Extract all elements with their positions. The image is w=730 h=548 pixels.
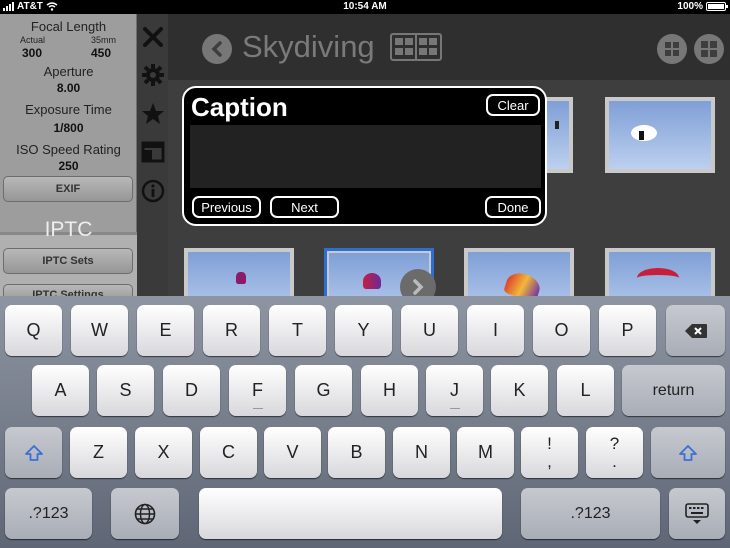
key-u[interactable]: U <box>401 305 458 356</box>
key-n[interactable]: N <box>393 427 450 478</box>
status-bar: AT&T 10:54 AM 100% <box>0 0 730 14</box>
key-k[interactable]: K <box>491 365 548 416</box>
info-icon[interactable] <box>140 178 166 204</box>
caption-popup: Caption Clear Previous Next Done <box>182 86 547 226</box>
exposure-label: Exposure Time <box>25 102 112 117</box>
photo-image <box>609 101 711 169</box>
chevron-left-icon <box>211 41 222 57</box>
next-button[interactable]: Next <box>270 196 339 218</box>
back-button[interactable] <box>202 34 232 64</box>
key-h[interactable]: H <box>361 365 418 416</box>
key-m[interactable]: M <box>457 427 514 478</box>
chevron-right-icon <box>413 279 424 295</box>
caption-title: Caption <box>191 92 288 122</box>
key-a[interactable]: A <box>32 365 89 416</box>
gear-icon[interactable] <box>140 62 166 88</box>
key-lower-label: . <box>612 451 617 471</box>
shift-key-right[interactable] <box>651 427 725 478</box>
space-key[interactable] <box>199 488 502 539</box>
key-v[interactable]: V <box>264 427 321 478</box>
clear-button[interactable]: Clear <box>486 94 540 116</box>
home-row-marker <box>252 408 263 409</box>
shift-icon <box>679 444 697 461</box>
globe-icon <box>134 503 156 524</box>
clock: 10:54 AM <box>343 1 387 12</box>
return-key[interactable]: return <box>622 365 725 416</box>
grid-large-button[interactable] <box>694 34 724 64</box>
mm35-value: 450 <box>91 46 112 60</box>
focal-length-label: Focal Length <box>30 19 107 34</box>
key-upper-label: ! <box>547 433 552 453</box>
key-exclamation-comma[interactable]: !, <box>521 427 578 478</box>
key-q[interactable]: Q <box>5 305 62 356</box>
key-s[interactable]: S <box>97 365 154 416</box>
grid-small-button[interactable] <box>657 34 687 64</box>
key-f-label: F <box>252 380 263 400</box>
done-button[interactable]: Done <box>485 196 541 218</box>
tool-strip <box>137 14 168 304</box>
iso-value: 250 <box>58 159 79 173</box>
star-icon[interactable] <box>140 101 166 127</box>
battery-icon <box>706 2 728 11</box>
numbers-key-right[interactable]: .?123 <box>521 488 660 539</box>
key-e[interactable]: E <box>137 305 194 356</box>
shift-icon <box>24 444 43 461</box>
album-title: Skydiving <box>242 29 375 64</box>
key-i[interactable]: I <box>467 305 524 356</box>
key-r[interactable]: R <box>203 305 260 356</box>
key-j[interactable]: J <box>426 365 483 416</box>
previous-button[interactable]: Previous <box>192 196 261 218</box>
key-lower-label: , <box>547 451 552 471</box>
iso-label: ISO Speed Rating <box>16 142 121 157</box>
iptc-sets-button[interactable]: IPTC Sets <box>3 248 133 274</box>
key-b[interactable]: B <box>328 427 385 478</box>
photo-thumbnail[interactable] <box>605 97 715 173</box>
key-x[interactable]: X <box>135 427 192 478</box>
key-j-label: J <box>450 380 459 400</box>
onscreen-keyboard: Q W E R T Y U I O P A S D F G H J K L re… <box>0 296 730 548</box>
metadata-panel: Focal Length Actual 35mm 300 450 Apertur… <box>0 14 137 312</box>
key-g[interactable]: G <box>295 365 352 416</box>
album-icon <box>390 33 442 61</box>
key-o[interactable]: O <box>533 305 590 356</box>
actual-value: 300 <box>22 46 43 60</box>
layout-icon[interactable] <box>140 139 166 165</box>
key-d[interactable]: D <box>163 365 220 416</box>
key-w[interactable]: W <box>71 305 128 356</box>
key-question-period[interactable]: ?. <box>586 427 643 478</box>
grid-icon <box>665 42 679 56</box>
aperture-value: 8.00 <box>56 81 81 95</box>
album-header: Skydiving <box>168 14 730 80</box>
exif-button[interactable]: EXIF <box>3 176 133 202</box>
backspace-key[interactable] <box>666 305 725 356</box>
keyboard-dismiss-icon <box>685 502 709 524</box>
shift-key-left[interactable] <box>5 427 62 478</box>
key-y[interactable]: Y <box>335 305 392 356</box>
close-icon[interactable] <box>140 24 166 50</box>
battery-percent: 100% <box>677 1 703 12</box>
exposure-value: 1/800 <box>53 121 84 135</box>
key-upper-label: ? <box>609 433 620 453</box>
actual-label: Actual <box>20 35 46 45</box>
key-t[interactable]: T <box>269 305 326 356</box>
iptc-title: IPTC <box>44 218 93 241</box>
home-row-marker <box>449 408 460 409</box>
globe-key[interactable] <box>111 488 179 539</box>
key-p[interactable]: P <box>599 305 656 356</box>
dismiss-keyboard-key[interactable] <box>669 488 725 539</box>
key-c[interactable]: C <box>200 427 257 478</box>
caption-input[interactable] <box>190 125 541 188</box>
key-z[interactable]: Z <box>70 427 127 478</box>
mm35-label: 35mm <box>91 35 117 45</box>
aperture-label: Aperture <box>43 64 94 79</box>
key-l[interactable]: L <box>557 365 614 416</box>
numbers-key-left[interactable]: .?123 <box>5 488 92 539</box>
backspace-icon <box>684 323 707 338</box>
grid-icon <box>701 41 717 57</box>
key-f[interactable]: F <box>229 365 286 416</box>
